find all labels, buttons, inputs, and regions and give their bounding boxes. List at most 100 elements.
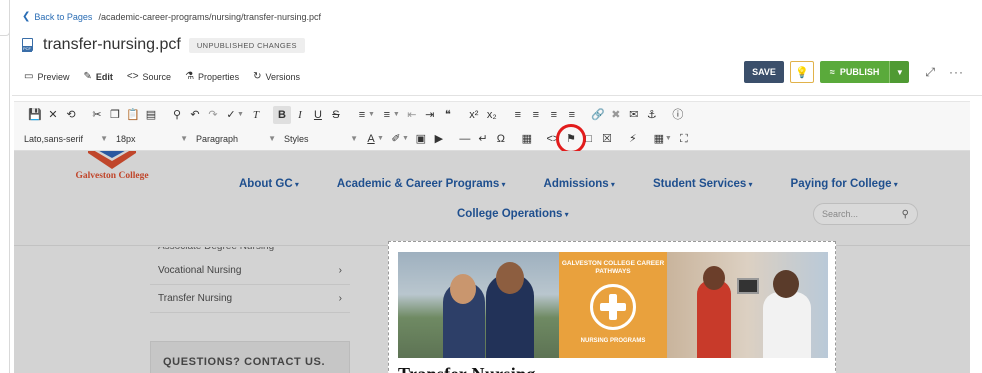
redo-icon[interactable]: ↷ [204, 106, 222, 124]
block-format-select[interactable]: Paragraph ▼ [192, 130, 280, 148]
save-icon[interactable]: 💾 [26, 106, 44, 124]
divider [12, 95, 982, 96]
revert-icon[interactable]: ⟲ [62, 106, 80, 124]
site-search-input[interactable]: Search... ⚲ [813, 203, 918, 225]
logo-mark-icon [88, 151, 136, 169]
back-to-pages-link[interactable]: ❮ Back to Pages [22, 11, 92, 22]
blockquote-icon[interactable]: ❝ [439, 106, 457, 124]
publish-button[interactable]: ≈ PUBLISH [819, 61, 890, 83]
expand-icon[interactable]: ⤢ [925, 65, 935, 80]
nursing-banner-image: GALVESTON COLLEGE CAREER PATHWAYS NURSIN… [398, 252, 828, 358]
tab-properties[interactable]: ⚗ Properties [185, 71, 239, 82]
page-actions: SAVE 💡 ≈ PUBLISH ▼ ⤢ ··· [744, 61, 964, 83]
align-center-icon[interactable]: ≡ [527, 106, 545, 124]
superscript-icon[interactable]: x² [465, 106, 483, 124]
more-icon[interactable]: ··· [949, 65, 964, 79]
site-header: Galveston College About GC Academic & Ca… [14, 151, 970, 246]
indent-icon[interactable]: ⇥ [421, 106, 439, 124]
editor-toolbar-row-2: Lato,sans-serif ▼ 18px ▼ Paragraph ▼ Styles… [14, 123, 970, 154]
code-icon: <> [126, 71, 139, 82]
nav-paying-for-college[interactable]: Paying for College [791, 178, 898, 190]
link-icon[interactable]: 🔗 [589, 106, 607, 124]
strikethrough-icon[interactable]: S [327, 106, 345, 124]
pcf-file-icon: PCF [22, 38, 35, 52]
monitor-icon: ▭ [24, 71, 34, 82]
history-icon: ↻ [253, 71, 262, 82]
nav-college-operations[interactable]: College Operations [457, 208, 569, 220]
align-right-icon[interactable]: ≡ [545, 106, 563, 124]
contact-box: QUESTIONS? CONTACT US. [150, 341, 350, 373]
career-pathways-panel: GALVESTON COLLEGE CAREER PATHWAYS NURSIN… [559, 252, 667, 358]
chevron-right-icon: › [338, 293, 342, 304]
page-heading: Transfer Nursing [398, 364, 536, 373]
nav-student-services[interactable]: Student Services [653, 178, 753, 190]
back-label: Back to Pages [34, 11, 93, 22]
find-icon[interactable]: ⚲ [168, 106, 186, 124]
search-icon: ⚲ [901, 208, 909, 220]
anchor-icon[interactable]: ⚓ [643, 106, 661, 124]
align-left-icon[interactable]: ≡ [509, 106, 527, 124]
primary-nav: About GC Academic & Career Programs Admi… [239, 178, 898, 190]
nav-admissions[interactable]: Admissions [544, 178, 615, 190]
tab-versions[interactable]: ↻ Versions [253, 71, 300, 82]
publish-button-group: ≈ PUBLISH ▼ [819, 61, 910, 83]
editable-region[interactable]: GALVESTON COLLEGE CAREER PATHWAYS NURSIN… [388, 241, 836, 373]
horizontal-rule-icon[interactable]: — [456, 130, 474, 148]
paste-text-icon[interactable]: ▤ [142, 106, 160, 124]
styles-select[interactable]: Styles ▼ [280, 130, 362, 148]
template-icon[interactable]: ▦ [518, 130, 536, 148]
email-link-icon[interactable]: ✉ [625, 106, 643, 124]
fullscreen-icon[interactable]: ⛶ [675, 130, 693, 148]
editor-tabs: ▭ Preview ✎ Edit <> Source ⚗ Properties ↻ Ver… [24, 71, 300, 82]
tab-edit[interactable]: ✎ Edit [83, 71, 112, 82]
chevron-right-icon: › [338, 265, 342, 276]
save-button[interactable]: SAVE [744, 61, 784, 83]
help-icon[interactable]: ⓘ [669, 106, 687, 124]
unlink-icon[interactable]: ✖ [607, 106, 625, 124]
tab-source[interactable]: <> Source [127, 71, 171, 82]
sidenav-item-vocational-nursing[interactable]: Vocational Nursing › [150, 257, 350, 285]
undo-icon[interactable]: ↶ [186, 106, 204, 124]
paste-icon[interactable]: 📋 [124, 106, 142, 124]
asset-icon[interactable]: ☒ [598, 130, 616, 148]
page-canvas: Galveston College About GC Academic & Ca… [14, 151, 970, 373]
annotation-circle [555, 123, 586, 154]
insert-media-icon[interactable]: ▶ [430, 130, 448, 148]
subscript-icon[interactable]: x₂ [483, 106, 501, 124]
rail-tab[interactable] [0, 0, 10, 36]
status-badge: UNPUBLISHED CHANGES [188, 37, 305, 53]
insert-image-icon[interactable]: ▣ [412, 130, 430, 148]
italic-icon[interactable]: I [291, 106, 309, 124]
outdent-icon[interactable]: ⇤ [403, 106, 421, 124]
bold-icon[interactable]: B [272, 105, 291, 124]
copy-icon[interactable]: ❐ [106, 106, 124, 124]
special-character-icon[interactable]: Ω [492, 130, 510, 148]
gadget-icon[interactable]: ⚡ [624, 130, 642, 148]
chevron-left-icon: ❮ [22, 11, 31, 22]
file-header: PCF transfer-nursing.pcf UNPUBLISHED CHA… [22, 36, 305, 54]
college-logo[interactable]: Galveston College [72, 151, 152, 197]
broadcast-icon: ≈ [829, 67, 835, 77]
pencil-icon: ✎ [83, 71, 92, 82]
underline-icon[interactable]: U [309, 106, 327, 124]
nav-academic-programs[interactable]: Academic & Career Programs [337, 178, 506, 190]
line-break-icon[interactable]: ↵ [474, 130, 492, 148]
publish-dropdown-chevron-icon[interactable]: ▼ [889, 61, 910, 83]
cut-icon[interactable]: ✂ [88, 106, 106, 124]
font-family-select[interactable]: Lato,sans-serif ▼ [20, 130, 112, 148]
clear-format-icon[interactable]: T [247, 106, 265, 124]
snippet-icon[interactable]: ⚑ [555, 123, 586, 154]
photo-nurses-pediatric [667, 252, 828, 358]
sidenav-item-transfer-nursing[interactable]: Transfer Nursing › [150, 285, 350, 313]
align-justify-icon[interactable]: ≡ [563, 106, 581, 124]
tab-preview[interactable]: ▭ Preview [24, 71, 69, 82]
breadcrumb: ❮ Back to Pages /academic-career-program… [22, 11, 321, 22]
photo-nursing-students [398, 252, 559, 358]
nav-about[interactable]: About GC [239, 178, 299, 190]
close-icon[interactable]: ✕ [44, 106, 62, 124]
lightbulb-icon[interactable]: 💡 [789, 61, 814, 83]
font-size-select[interactable]: 18px ▼ [112, 130, 192, 148]
building-icon: ⚗ [185, 71, 195, 82]
page-path: /academic-career-programs/nursing/transf… [98, 11, 322, 22]
file-name: transfer-nursing.pcf [43, 36, 181, 53]
